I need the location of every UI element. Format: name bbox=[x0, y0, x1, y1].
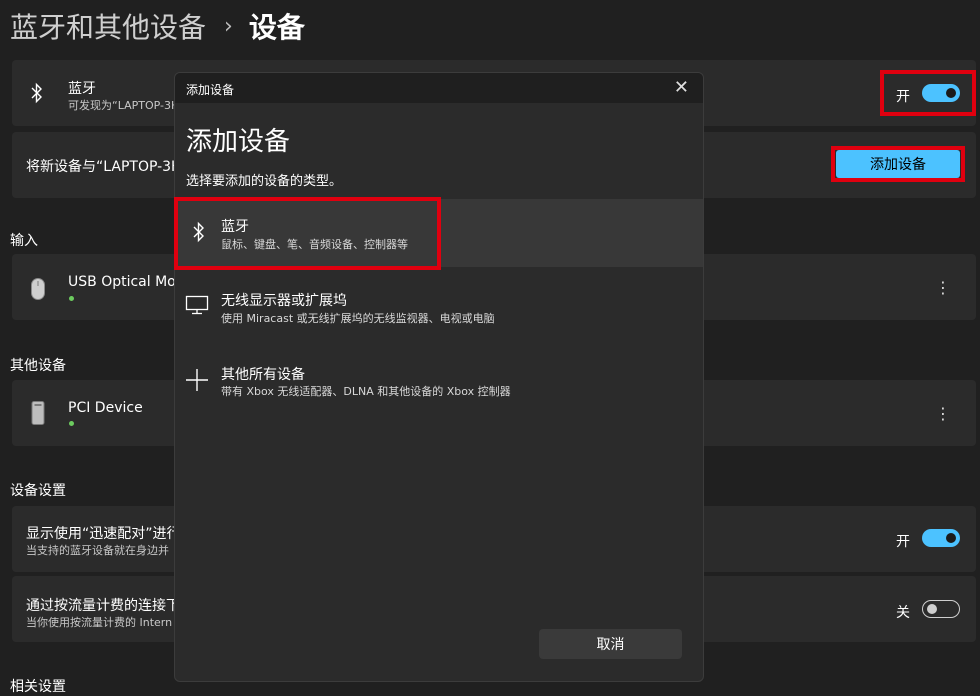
bluetooth-subtitle: 可发现为“LAPTOP-3H bbox=[68, 99, 180, 112]
setting-toggle-label: 关 bbox=[896, 605, 910, 621]
dialog-titlebar-text: 添加设备 bbox=[186, 83, 235, 97]
option-title: 无线显示器或扩展坞 bbox=[221, 293, 347, 309]
section-related-settings-heading: 相关设置 bbox=[10, 679, 66, 695]
status-dot bbox=[69, 296, 74, 301]
bluetooth-icon bbox=[31, 82, 42, 104]
dialog-heading: 添加设备 bbox=[186, 127, 291, 157]
option-title: 其他所有设备 bbox=[221, 367, 305, 383]
option-bluetooth[interactable]: 蓝牙 鼠标、键盘、笔、音频设备、控制器等 bbox=[175, 199, 703, 267]
option-description: 鼠标、键盘、笔、音频设备、控制器等 bbox=[221, 238, 408, 251]
mouse-icon bbox=[31, 278, 45, 300]
metered-download-toggle[interactable] bbox=[922, 600, 960, 618]
section-input-heading: 输入 bbox=[10, 233, 38, 249]
monitor-icon bbox=[185, 295, 209, 315]
more-options-icon[interactable]: ⋮ bbox=[935, 280, 951, 296]
dialog-titlebar: 添加设备 ✕ bbox=[175, 73, 703, 103]
section-device-settings-heading: 设备设置 bbox=[10, 483, 66, 499]
swift-pair-toggle[interactable] bbox=[922, 529, 960, 547]
add-device-card-text: 将新设备与“LAPTOP-3HV bbox=[26, 159, 192, 175]
cancel-button[interactable]: 取消 bbox=[539, 629, 682, 659]
bluetooth-toggle-label: 开 bbox=[896, 89, 910, 105]
chevron-right-icon: › bbox=[224, 13, 233, 39]
more-options-icon[interactable]: ⋮ bbox=[935, 406, 951, 422]
option-description: 使用 Miracast 或无线扩展坞的无线监视器、电视或电脑 bbox=[221, 312, 495, 325]
toggle-knob bbox=[946, 533, 956, 543]
page-title: 设备 bbox=[248, 11, 305, 44]
bluetooth-title: 蓝牙 bbox=[68, 81, 96, 97]
bluetooth-icon bbox=[193, 221, 204, 243]
plus-icon bbox=[186, 369, 208, 391]
close-icon[interactable]: ✕ bbox=[674, 77, 689, 98]
toggle-knob bbox=[946, 88, 956, 98]
setting-title: 显示使用“迅速配对”进行连 bbox=[26, 526, 195, 542]
add-device-button[interactable]: 添加设备 bbox=[836, 150, 960, 178]
breadcrumb: 蓝牙和其他设备 › 设备 bbox=[10, 6, 305, 46]
setting-title: 通过按流量计费的连接下 bbox=[26, 598, 180, 614]
add-device-dialog: 添加设备 ✕ 添加设备 选择要添加的设备的类型。 蓝牙 鼠标、键盘、笔、音频设备… bbox=[174, 72, 704, 682]
section-other-devices-heading: 其他设备 bbox=[10, 358, 66, 374]
pc-tower-icon bbox=[31, 401, 45, 425]
status-dot bbox=[69, 421, 74, 426]
device-name: PCI Device bbox=[68, 400, 143, 416]
breadcrumb-parent[interactable]: 蓝牙和其他设备 bbox=[10, 6, 206, 46]
option-wireless-display[interactable]: 无线显示器或扩展坞 使用 Miracast 或无线扩展坞的无线监视器、电视或电脑 bbox=[175, 273, 703, 341]
toggle-knob bbox=[927, 604, 937, 614]
option-description: 带有 Xbox 无线适配器、DLNA 和其他设备的 Xbox 控制器 bbox=[221, 385, 511, 398]
option-title: 蓝牙 bbox=[221, 219, 249, 235]
bluetooth-toggle[interactable] bbox=[922, 84, 960, 102]
setting-toggle-label: 开 bbox=[896, 534, 910, 550]
setting-subtitle: 当支持的蓝牙设备就在身边并 bbox=[26, 544, 169, 557]
option-everything-else[interactable]: 其他所有设备 带有 Xbox 无线适配器、DLNA 和其他设备的 Xbox 控制… bbox=[175, 348, 703, 416]
dialog-subtitle: 选择要添加的设备的类型。 bbox=[186, 174, 343, 189]
setting-subtitle: 当你使用按流量计费的 Intern bbox=[26, 616, 173, 629]
